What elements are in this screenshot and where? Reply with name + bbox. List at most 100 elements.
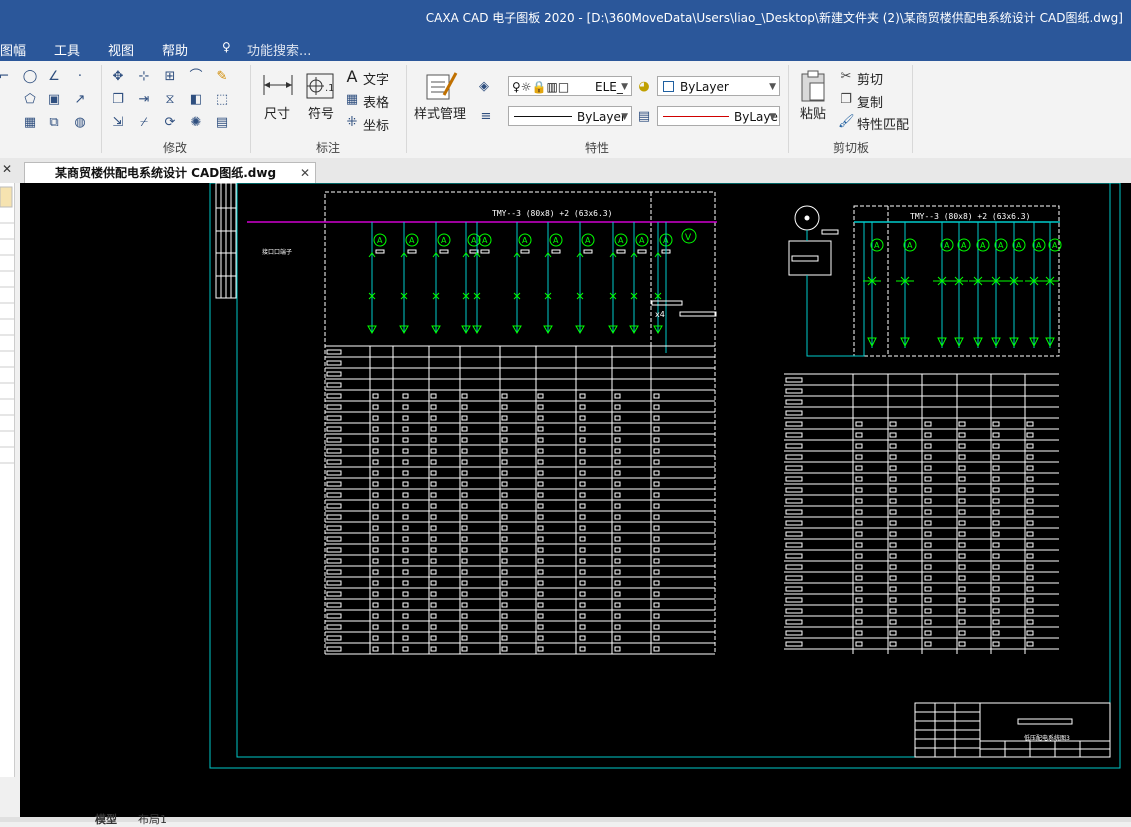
table-cell-text xyxy=(653,459,660,465)
lineweight-preview xyxy=(663,116,729,117)
scale-icon[interactable]: ◧ xyxy=(188,92,204,108)
coordinate-icon[interactable]: ⁜ xyxy=(344,115,360,131)
rotate-icon[interactable]: ⟳ xyxy=(162,115,178,131)
cad-drawing: 接口口端子 TMY--3 (80x8) +2 (63x6.3) AAAAAAAA… xyxy=(209,183,1121,769)
mirror-icon[interactable]: ⧖ xyxy=(162,92,178,108)
table-cell-text xyxy=(889,619,897,625)
menu-item-view[interactable]: 视图 xyxy=(108,40,134,59)
color-dropdown[interactable]: ByLayer ▼ xyxy=(657,76,780,96)
model-tab[interactable]: 模型 xyxy=(95,811,117,827)
eraser-icon[interactable]: ✎ xyxy=(214,69,230,85)
stretch-icon[interactable]: ⇲ xyxy=(110,115,126,131)
symbol-button[interactable]: 符号 xyxy=(308,103,334,122)
table-button[interactable]: 表格 xyxy=(363,92,389,111)
fill-icon[interactable]: ◍ xyxy=(72,115,88,131)
table-cell-text xyxy=(402,624,409,630)
coordinate-button[interactable]: 坐标 xyxy=(363,115,389,134)
table-cell-text xyxy=(430,426,437,432)
break-icon[interactable]: ⌿ xyxy=(136,115,152,131)
table-cell-text xyxy=(326,503,342,509)
table-cell-text xyxy=(1026,487,1034,493)
array-icon[interactable]: ⊞ xyxy=(162,69,178,85)
table-cell-text xyxy=(924,498,932,504)
text-button[interactable]: 文字 xyxy=(363,69,389,88)
select-window-icon[interactable]: ⬚ xyxy=(214,92,230,108)
block-icon[interactable]: ▣ xyxy=(46,92,62,108)
paste-icon[interactable] xyxy=(800,69,828,103)
table-cell-text xyxy=(958,476,966,482)
table-cell-text xyxy=(785,454,803,460)
table-cell-text xyxy=(461,415,468,421)
properties-edit-icon[interactable]: ▤ xyxy=(214,115,230,131)
angle-icon[interactable]: ∠ xyxy=(46,69,62,85)
table-cell-text xyxy=(537,481,544,487)
table-cell-text xyxy=(326,426,342,432)
pick-icon[interactable]: ↗ xyxy=(72,92,88,108)
explode-icon[interactable]: ✺ xyxy=(188,115,204,131)
feature-search-input[interactable]: 功能搜索... xyxy=(247,40,311,59)
table-cell-text xyxy=(614,514,621,520)
voltmeter-symbol: V xyxy=(685,233,692,243)
shape-icon[interactable]: ⬠ xyxy=(22,92,38,108)
linetype-dropdown[interactable]: ByLayer ▼ xyxy=(508,106,632,126)
dimension-button[interactable]: 尺寸 xyxy=(264,103,290,122)
table-icon[interactable]: ▦ xyxy=(344,92,360,108)
match-properties-button[interactable]: 特性匹配 xyxy=(857,114,909,133)
region-icon[interactable]: ⧉ xyxy=(46,115,62,131)
menu-item-tools[interactable]: 工具 xyxy=(54,40,80,59)
table-cell-text xyxy=(653,591,660,597)
copy-button[interactable]: 复制 xyxy=(857,92,883,111)
table-cell-text xyxy=(958,553,966,559)
table-cell-text xyxy=(326,646,342,652)
cut-button[interactable]: 剪切 xyxy=(857,69,883,88)
paste-button[interactable]: 粘贴 xyxy=(800,103,826,122)
tab-close-icon[interactable]: ✕ xyxy=(300,163,310,183)
symbol-icon[interactable]: .1 xyxy=(306,73,334,99)
layer-dropdown[interactable]: ♀☼🔒▥□ ELE_ ▼ xyxy=(508,76,632,96)
table-cell-text xyxy=(579,536,586,542)
table-cell-text xyxy=(785,399,803,405)
table-cell-text xyxy=(430,580,437,586)
menu-item-help[interactable]: 帮助 xyxy=(162,40,188,59)
menu-item-frame[interactable]: 图幅 xyxy=(0,40,26,59)
layer-manager-icon[interactable]: ◈ xyxy=(476,79,492,95)
copy-object-icon[interactable]: ❐ xyxy=(110,92,126,108)
drawing-canvas[interactable]: 接口口端子 TMY--3 (80x8) +2 (63x6.3) AAAAAAAA… xyxy=(20,183,1131,817)
lineweight-dropdown[interactable]: ByLayer ▼ xyxy=(657,106,780,126)
component-box xyxy=(616,249,626,254)
group-separator xyxy=(406,65,407,153)
table-cell-text xyxy=(501,393,508,399)
table-cell-text xyxy=(1026,443,1034,449)
style-manager-icon[interactable] xyxy=(424,69,458,101)
extend-icon[interactable]: ⇥ xyxy=(136,92,152,108)
trim-icon[interactable]: ⊹ xyxy=(136,69,152,85)
table-cell-text xyxy=(855,619,863,625)
table-cell-text xyxy=(579,470,586,476)
table-cell-text xyxy=(461,437,468,443)
ellipse-icon[interactable]: ◯ xyxy=(22,69,38,85)
table-cell-text xyxy=(614,547,621,553)
scissors-icon[interactable]: ✂ xyxy=(838,69,854,85)
point-icon[interactable]: · xyxy=(72,69,88,85)
panel-close-icon[interactable]: ✕ xyxy=(2,162,12,176)
lineweight-icon[interactable]: ≡ xyxy=(478,109,494,125)
layout1-tab[interactable]: 布局1 xyxy=(138,811,167,827)
document-tab[interactable]: 某商贸楼供配电系统设计 CAD图纸.dwg ✕ xyxy=(24,162,316,183)
polyline-icon[interactable]: ⌐ xyxy=(0,69,12,85)
table-cell-text xyxy=(1026,641,1034,647)
table-cell-text xyxy=(402,525,409,531)
linetype-scale-icon[interactable]: ▤ xyxy=(636,109,652,125)
hatch-icon[interactable]: ▦ xyxy=(22,115,38,131)
table-cell-text xyxy=(402,558,409,564)
table-cell-text xyxy=(889,597,897,603)
match-properties-icon[interactable]: 🖌 xyxy=(838,114,855,130)
dimension-icon[interactable] xyxy=(262,71,294,99)
fillet-icon[interactable]: ⌒ xyxy=(188,69,204,85)
side-panel[interactable] xyxy=(0,183,15,777)
table-cell-text xyxy=(579,646,586,652)
move-icon[interactable]: ✥ xyxy=(110,69,126,85)
text-icon[interactable]: A xyxy=(344,69,360,85)
style-manager-button[interactable]: 样式管理 xyxy=(414,103,466,122)
copy-icon[interactable]: ❐ xyxy=(838,92,854,108)
color-wheel-icon[interactable]: ◕ xyxy=(636,79,652,95)
